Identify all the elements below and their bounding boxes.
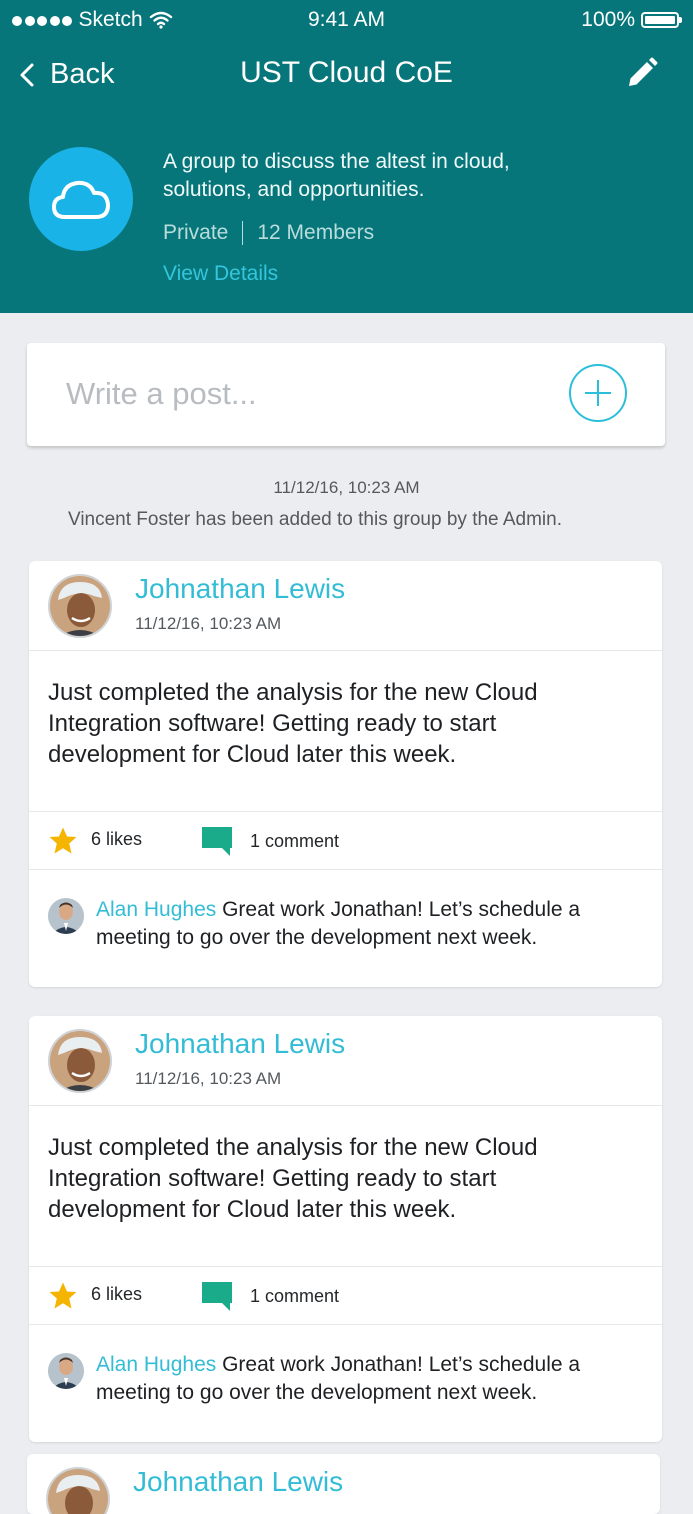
commenter-name[interactable]: Alan Hughes [96,1353,216,1376]
battery-icon [641,12,682,28]
status-bar: Sketch 9:41 AM 100% [0,0,693,40]
divider [29,1105,662,1106]
post-time: 11/12/16, 10:23 AM [135,614,282,633]
post-card: Johnathan Lewis 11/12/16, 10:23 AM Just … [29,1016,662,1442]
post-author[interactable]: Johnathan Lewis [135,1028,345,1060]
post-body: Just completed the analysis for the new … [48,1134,538,1223]
author-avatar[interactable] [48,1029,112,1093]
system-message-time: 11/12/16, 10:23 AM [273,478,420,497]
post-composer[interactable]: Write a post... [27,343,665,446]
group-members-count: 12 Members [257,221,375,244]
page-title: UST Cloud CoE [240,56,453,89]
system-message: Vincent Foster has been added to this gr… [68,509,562,530]
comments-count[interactable]: 1 comment [250,831,339,852]
comment-text: Alan Hughes Great work Jonathan! Let’s s… [96,1351,651,1407]
group-avatar [29,147,133,251]
divider [29,650,662,651]
post-card: Johnathan Lewis 11/12/16, 10:23 AM Just … [29,561,662,987]
group-privacy: Private [163,221,229,244]
divider [29,1266,662,1267]
post-author[interactable]: Johnathan Lewis [135,573,345,605]
group-header: Sketch 9:41 AM 100% Back UST Cloud CoE A… [0,0,693,313]
comment-text: Alan Hughes Great work Jonathan! Let’s s… [96,896,651,952]
post-card: Johnathan Lewis [27,1454,660,1514]
post-author[interactable]: Johnathan Lewis [133,1466,343,1498]
comments-count[interactable]: 1 comment [250,1286,339,1307]
post-time: 11/12/16, 10:23 AM [135,1069,282,1088]
star-icon[interactable] [48,1281,78,1311]
post-body: Just completed the analysis for the new … [48,679,538,768]
battery-percent: 100% [581,8,635,31]
author-avatar[interactable] [48,574,112,638]
view-details-link[interactable]: View Details [163,262,278,286]
group-meta: Private 12 Members [163,221,374,245]
group-description: A group to discuss the altest in cloud, … [163,150,510,201]
divider [29,1324,662,1325]
star-icon[interactable] [48,826,78,856]
cloud-icon [52,180,110,219]
commenter-name[interactable]: Alan Hughes [96,898,216,921]
author-avatar[interactable] [46,1467,110,1514]
edit-icon[interactable] [625,56,659,90]
meta-divider [242,221,244,245]
post-input[interactable]: Write a post... [66,376,257,412]
commenter-avatar[interactable] [48,898,84,934]
likes-count[interactable]: 6 likes [91,829,142,850]
likes-count[interactable]: 6 likes [91,1284,142,1305]
comment-icon[interactable] [201,825,233,857]
divider [29,811,662,812]
battery-indicator: 100% [581,8,682,32]
commenter-avatar[interactable] [48,1353,84,1389]
comment-icon[interactable] [201,1280,233,1312]
divider [29,869,662,870]
add-post-button[interactable] [569,364,627,422]
